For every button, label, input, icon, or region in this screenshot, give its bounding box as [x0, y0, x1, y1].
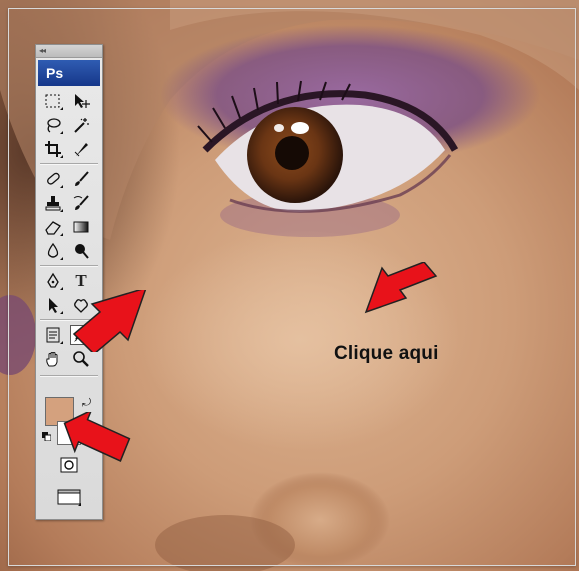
hand-icon[interactable] — [42, 349, 64, 369]
swap-colors-icon[interactable]: ⤾ — [82, 397, 91, 410]
notes-icon[interactable] — [42, 325, 64, 345]
history-brush-icon[interactable] — [70, 193, 92, 213]
dodge-icon[interactable] — [70, 241, 92, 261]
slice-icon[interactable] — [70, 139, 92, 159]
lasso-icon[interactable] — [42, 115, 64, 135]
default-colors-icon[interactable] — [42, 432, 51, 441]
blur-icon[interactable] — [42, 241, 64, 261]
crop-icon[interactable] — [42, 139, 64, 159]
clone-stamp-icon[interactable] — [42, 193, 64, 213]
click-here-caption: Clique aqui — [334, 343, 439, 364]
path-selection-icon[interactable] — [42, 295, 64, 315]
eraser-icon[interactable] — [42, 217, 64, 237]
arrow-to-eyedropper — [72, 290, 147, 352]
pen-icon[interactable] — [42, 271, 64, 291]
arrow-to-cheek — [364, 262, 438, 314]
healing-brush-icon[interactable] — [42, 169, 64, 189]
zoom-icon[interactable] — [70, 349, 92, 369]
arrow-to-foreground-swatch — [63, 412, 131, 462]
screen-mode-icon[interactable] — [56, 487, 82, 507]
move-icon[interactable] — [70, 91, 92, 111]
screenshot-stage: ◂◂ Ps T ⤾ Clique aqui — [0, 0, 579, 571]
magic-wand-icon[interactable] — [70, 115, 92, 135]
brush-icon[interactable] — [70, 169, 92, 189]
ps-logo-badge[interactable]: Ps — [38, 60, 100, 86]
marquee-icon[interactable] — [42, 91, 64, 111]
panel-grip[interactable]: ◂◂ — [36, 45, 102, 58]
gradient-icon[interactable] — [70, 217, 92, 237]
type-icon[interactable]: T — [70, 271, 92, 291]
